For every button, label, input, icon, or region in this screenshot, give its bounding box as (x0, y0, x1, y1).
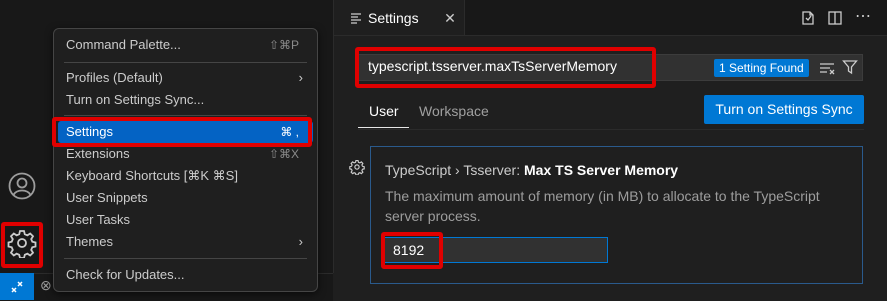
chevron-right-icon: › (298, 234, 303, 249)
close-icon[interactable]: ✕ (442, 10, 458, 26)
menu-item-settings-sync[interactable]: Turn on Settings Sync... (58, 89, 313, 111)
shortcut-label: ⇧⌘P (268, 38, 299, 52)
turn-on-settings-sync-button[interactable]: Turn on Settings Sync (704, 95, 864, 124)
menu-item-check-updates[interactable]: Check for Updates... (58, 264, 313, 286)
setting-title: TypeScript › Tsserver: Max TS Server Mem… (385, 162, 678, 178)
gear-highlight-box (1, 222, 43, 268)
account-icon[interactable] (4, 168, 40, 204)
more-actions-icon[interactable]: ⋯ (853, 7, 873, 25)
setting-category: TypeScript › Tsserver: (385, 162, 525, 178)
settings-file-icon (350, 11, 362, 25)
menu-item-themes[interactable]: Themes › (58, 231, 313, 253)
menu-separator (64, 62, 307, 63)
clear-filter-icon[interactable] (818, 59, 836, 77)
menu-item-user-tasks[interactable]: User Tasks (58, 209, 313, 231)
menu-item-command-palette[interactable]: Command Palette... ⇧⌘P (58, 34, 313, 56)
editor-tab-bar: Settings ✕ ⋯ (334, 0, 887, 36)
split-editor-icon[interactable] (826, 9, 844, 27)
active-tab-underline (358, 127, 409, 128)
menu-item-user-snippets[interactable]: User Snippets (58, 187, 313, 209)
tab-settings[interactable]: Settings ✕ (334, 0, 465, 35)
search-highlight-box (355, 47, 656, 88)
setting-name: Max TS Server Memory (524, 162, 679, 178)
setting-description: The maximum amount of memory (in MB) to … (385, 188, 820, 224)
chevron-right-icon: › (298, 70, 303, 85)
results-count-badge: 1 Setting Found (714, 59, 809, 77)
settings-menu-highlight-box (52, 117, 312, 147)
filter-icon[interactable] (841, 58, 859, 76)
remote-icon (11, 280, 23, 293)
open-settings-json-icon[interactable] (799, 9, 817, 27)
setting-gear-icon[interactable] (348, 158, 366, 176)
tab-title: Settings (368, 10, 419, 26)
tab-workspace-scope[interactable]: Workspace (419, 103, 489, 119)
tab-user-scope[interactable]: User (369, 103, 399, 119)
menu-separator (64, 115, 307, 116)
remote-indicator-button[interactable] (0, 273, 34, 300)
menu-item-profiles[interactable]: Profiles (Default) › (58, 67, 313, 89)
scope-tabs-border (358, 129, 864, 130)
manage-menu: Command Palette... ⇧⌘P Profiles (Default… (53, 28, 318, 292)
menu-item-keyboard-shortcuts[interactable]: Keyboard Shortcuts [⌘K ⌘S] (58, 165, 313, 187)
menu-separator (64, 258, 307, 259)
value-highlight-box (381, 232, 443, 269)
